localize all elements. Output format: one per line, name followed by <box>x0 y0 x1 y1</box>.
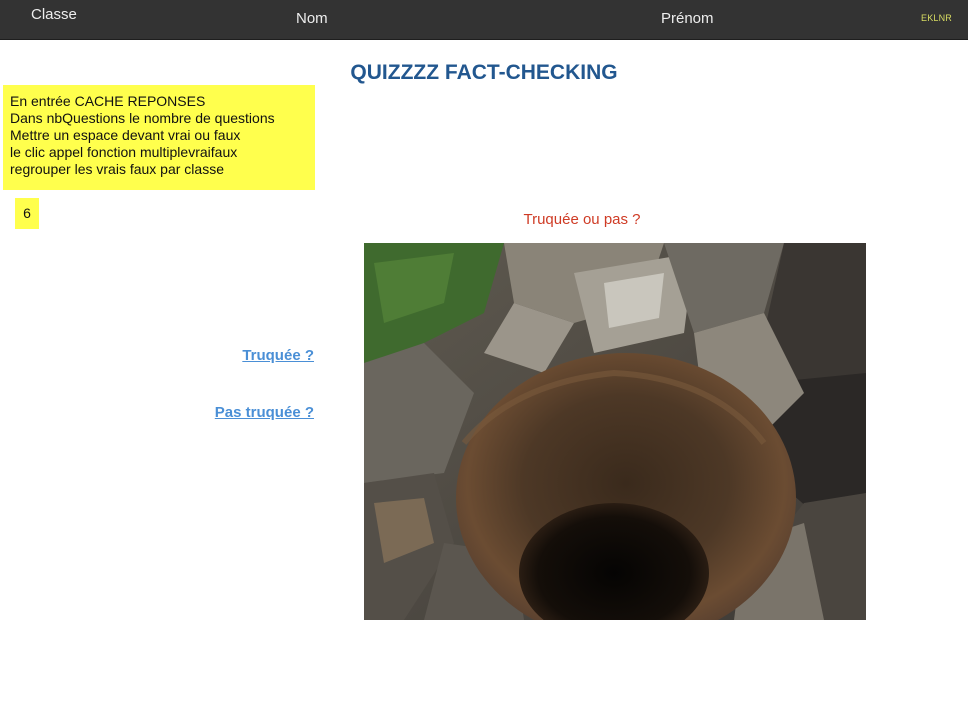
quiz-photo <box>364 243 866 620</box>
instructions-note: En entrée CACHE REPONSES Dans nbQuestion… <box>3 85 315 190</box>
app-logo: EKLNR <box>921 13 953 23</box>
answer-pas-truquee-link[interactable]: Pas truquée ? <box>215 404 314 421</box>
note-line: Dans nbQuestions le nombre de questions <box>10 110 275 126</box>
note-line: Mettre un espace devant vrai ou faux <box>10 127 241 143</box>
header-nom[interactable]: Nom <box>296 10 328 27</box>
answer-truquee-link[interactable]: Truquée ? <box>242 347 314 364</box>
sinkhole-image <box>364 243 866 620</box>
header-classe[interactable]: Classe <box>31 6 77 23</box>
question-text: Truquée ou pas ? <box>523 211 641 228</box>
note-line: En entrée CACHE REPONSES <box>10 93 206 109</box>
page-title: QUIZZZZ FACT-CHECKING <box>350 61 618 84</box>
note-line: regrouper les vrais faux par classe <box>10 161 224 177</box>
question-count-badge: 6 <box>15 198 39 229</box>
header-prenom[interactable]: Prénom <box>661 10 714 27</box>
top-bar: Classe Nom Prénom EKLNR <box>0 0 968 40</box>
note-line: le clic appel fonction multiplevraifaux <box>10 144 238 160</box>
